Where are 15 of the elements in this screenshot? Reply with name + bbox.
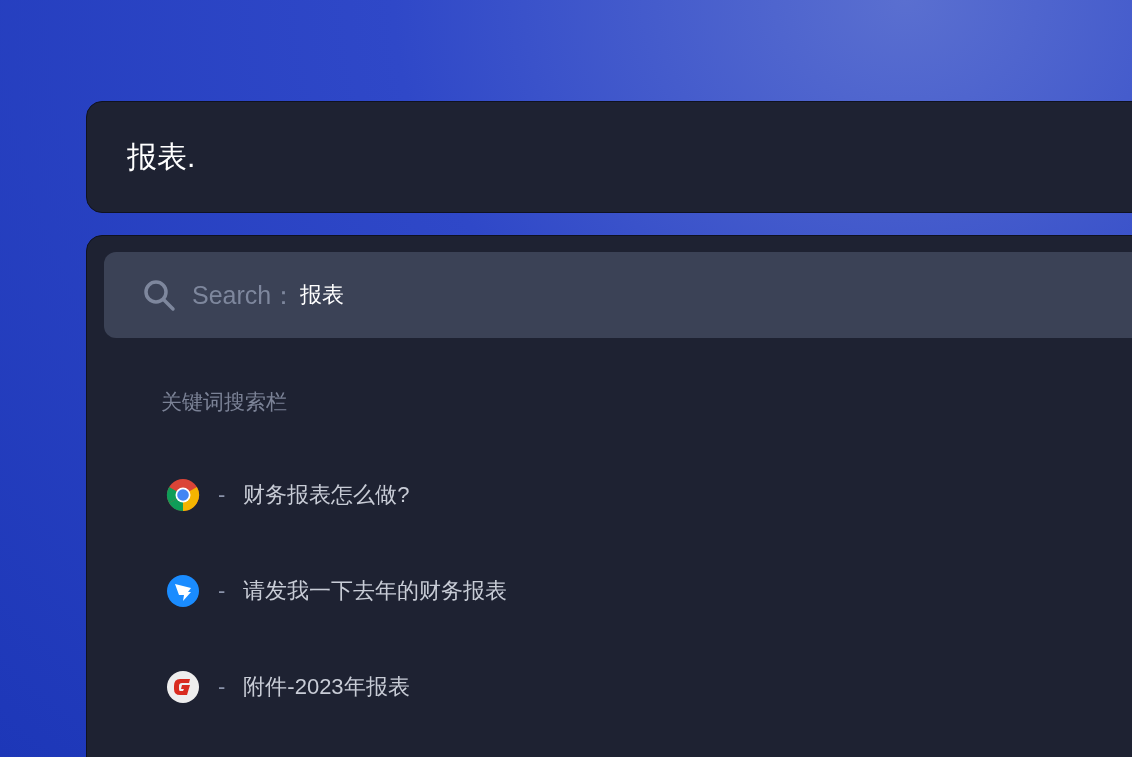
dash-separator: - [217, 482, 227, 508]
dash-separator: - [217, 578, 227, 604]
section-title: 关键词搜索栏 [161, 389, 288, 415]
result-item[interactable]: 财务报表怎么做? [243, 480, 410, 510]
tricolor-ring-icon [166, 478, 200, 512]
search-field[interactable]: Search： 报表 [104, 252, 1132, 338]
search-value: 报表 [300, 281, 345, 309]
search-icon [142, 278, 176, 312]
swoosh-icon [166, 670, 200, 704]
search-label: Search： [192, 279, 297, 311]
result-item[interactable]: 附件-2023年报表 [243, 672, 410, 702]
dash-separator: - [217, 674, 227, 700]
bird-icon [166, 574, 200, 608]
query-text: 报表. [127, 138, 196, 175]
result-item[interactable]: 请发我一下去年的财务报表 [243, 576, 508, 606]
